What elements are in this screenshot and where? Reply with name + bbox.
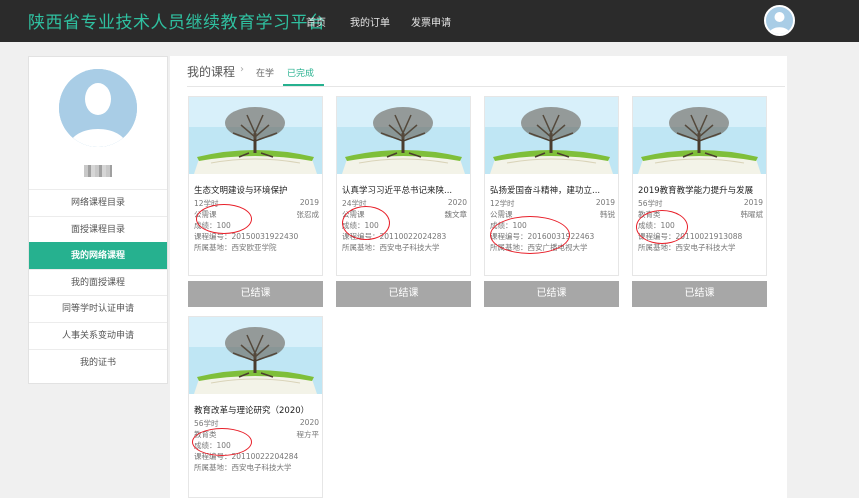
chevron-right-icon: › bbox=[240, 64, 244, 75]
annotation-circle bbox=[490, 216, 570, 254]
sidebar-item-my-certificates[interactable]: 我的证书 bbox=[29, 348, 167, 376]
course-year: 2020 bbox=[447, 198, 467, 207]
active-tab-indicator bbox=[283, 84, 324, 86]
course-title[interactable]: 认真学习习近平总书记来陕... bbox=[342, 184, 467, 196]
course-thumbnail-image bbox=[633, 97, 766, 174]
nav-invoice-request[interactable]: 发票申请 bbox=[411, 14, 451, 29]
course-base: 所属基地：西安欧亚学院 bbox=[194, 243, 277, 252]
course-year: 2019 bbox=[743, 198, 763, 207]
course-title[interactable]: 生态文明建设与环境保护 bbox=[194, 184, 319, 196]
course-teacher: 韩曜斌 bbox=[740, 210, 764, 219]
top-navbar: 陕西省专业技术人员继续教育学习平台 首页 我的订单 发票申请 bbox=[0, 0, 859, 42]
sidebar-menu: 网络课程目录 面授课程目录 我的网络课程 我的面授课程 同等学时认证申请 人事关… bbox=[29, 189, 167, 375]
sidebar-item-classroom-course-catalog[interactable]: 面授课程目录 bbox=[29, 215, 167, 243]
course-finished-button[interactable]: 已结课 bbox=[632, 281, 767, 307]
nav-my-orders[interactable]: 我的订单 bbox=[350, 14, 390, 29]
course-hours: 12学时 bbox=[490, 199, 515, 208]
course-card[interactable]: 认真学习习近平总书记来陕... 24学时 2020 公需课 魏文章 成绩：100 课… bbox=[336, 96, 471, 276]
course-finished-button[interactable]: 已结课 bbox=[484, 281, 619, 307]
course-base: 所属基地：西安电子科技大学 bbox=[194, 463, 292, 472]
sidebar-item-online-course-catalog[interactable]: 网络课程目录 bbox=[29, 189, 167, 216]
course-card[interactable]: 2019教育教学能力提升与发展 56学时 2019 教育类 韩曜斌 成绩：100 课… bbox=[632, 96, 767, 276]
sidebar-item-my-online-courses[interactable]: 我的网络课程 bbox=[29, 242, 167, 269]
course-hours-row: 56学时 2020 bbox=[194, 418, 319, 429]
sidebar-item-personnel-change-application[interactable]: 人事关系变动申请 bbox=[29, 321, 167, 349]
course-year: 2019 bbox=[299, 198, 319, 207]
user-avatar-icon bbox=[59, 69, 137, 147]
course-finished-button[interactable]: 已结课 bbox=[188, 281, 323, 307]
course-finished-button[interactable]: 已结课 bbox=[336, 281, 471, 307]
main-panel: 我的课程 › 在学 已完成 生态文明建设与环境保护 12学时 2019 公需课 张忍… bbox=[170, 56, 787, 498]
course-thumbnail-image bbox=[485, 97, 618, 174]
course-hours-row: 12学时 2019 bbox=[490, 198, 615, 209]
course-year: 2020 bbox=[299, 418, 319, 427]
username-blurred bbox=[84, 165, 112, 177]
site-logo-title[interactable]: 陕西省专业技术人员继续教育学习平台 bbox=[28, 8, 326, 33]
course-hours-row: 56学时 2019 bbox=[638, 198, 763, 209]
course-thumbnail-image bbox=[189, 317, 322, 394]
course-year: 2019 bbox=[595, 198, 615, 207]
divider bbox=[187, 86, 785, 87]
annotation-circle bbox=[342, 206, 390, 240]
course-card[interactable]: 生态文明建设与环境保护 12学时 2019 公需课 张忍成 成绩：100 课程编号：… bbox=[188, 96, 323, 276]
course-thumbnail-image bbox=[337, 97, 470, 174]
tab-completed[interactable]: 已完成 bbox=[287, 66, 314, 79]
course-base: 所属基地：西安电子科技大学 bbox=[342, 243, 440, 252]
course-hours: 56学时 bbox=[194, 419, 219, 428]
sidebar-item-my-classroom-courses[interactable]: 我的面授课程 bbox=[29, 268, 167, 296]
user-avatar-icon[interactable] bbox=[764, 5, 795, 36]
course-teacher: 魏文章 bbox=[444, 210, 468, 219]
course-teacher: 张忍成 bbox=[296, 210, 320, 219]
course-title[interactable]: 2019教育教学能力提升与发展 bbox=[638, 184, 763, 196]
course-card[interactable]: 教育改革与理论研究（2020） 56学时 2020 教育类 程方平 成绩：100 课… bbox=[188, 316, 323, 498]
course-hours: 56学时 bbox=[638, 199, 663, 208]
sidebar-item-equivalent-hours-application[interactable]: 同等学时认证申请 bbox=[29, 295, 167, 322]
nav-home[interactable]: 首页 bbox=[306, 14, 326, 29]
course-teacher: 程方平 bbox=[296, 430, 320, 439]
tab-in-progress[interactable]: 在学 bbox=[256, 66, 274, 79]
course-teacher: 韩锐 bbox=[600, 210, 615, 219]
course-thumbnail-image bbox=[189, 97, 322, 174]
annotation-circle bbox=[636, 210, 688, 244]
sidebar: 网络课程目录 面授课程目录 我的网络课程 我的面授课程 同等学时认证申请 人事关… bbox=[28, 56, 168, 384]
breadcrumb: 我的课程 bbox=[187, 65, 236, 79]
annotation-circle bbox=[192, 428, 252, 456]
annotation-circle bbox=[196, 204, 252, 234]
course-title[interactable]: 教育改革与理论研究（2020） bbox=[194, 404, 319, 416]
course-title[interactable]: 弘扬爱国奋斗精神，建功立... bbox=[490, 184, 615, 196]
